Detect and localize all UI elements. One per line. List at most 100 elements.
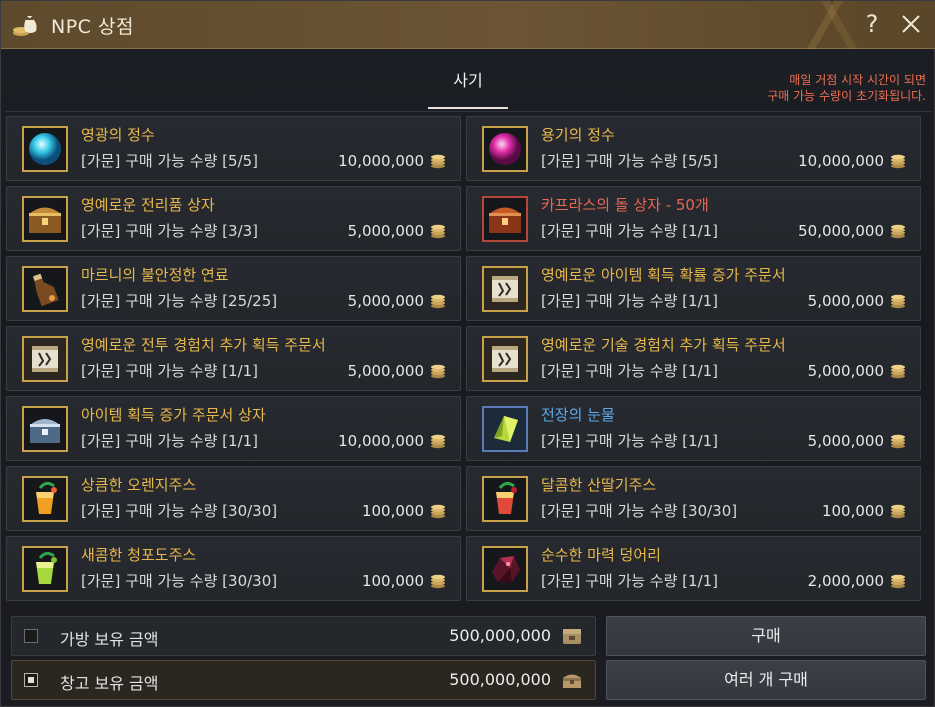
divider	[6, 111, 931, 112]
item-name: 달콤한 산딸기주스	[541, 476, 657, 494]
shop-item[interactable]: 새콤한 청포도주스 [가문] 구매 가능 수량 [30/30] 100,000	[6, 536, 461, 601]
item-price: 5,000,000	[347, 222, 424, 240]
reset-notice-line2: 구매 가능 수량이 초기화됩니다.	[767, 89, 926, 103]
berry-juice-icon	[482, 476, 528, 522]
item-purchase-limit: [가문] 구매 가능 수량 [1/1]	[541, 432, 719, 450]
silver-coin-icon	[430, 433, 446, 449]
silver-coin-icon	[430, 293, 446, 309]
orange-juice-icon	[22, 476, 68, 522]
shop-item[interactable]: 영예로운 전투 경험치 추가 획득 주문서 [가문] 구매 가능 수량 [1/1]…	[6, 326, 461, 391]
storage-chest-icon	[563, 674, 581, 688]
silver-coin-icon	[430, 503, 446, 519]
help-button[interactable]: ?	[859, 10, 885, 38]
silver-coin-icon	[430, 223, 446, 239]
item-purchase-limit: [가문] 구매 가능 수량 [1/1]	[81, 362, 259, 380]
silver-coin-icon	[890, 223, 906, 239]
item-price: 5,000,000	[807, 362, 884, 380]
storage-balance-checkbox[interactable]	[24, 673, 38, 687]
shop-item[interactable]: 카프라스의 돌 상자 - 50개 [가문] 구매 가능 수량 [1/1] 50,00…	[466, 186, 921, 251]
item-name: 아이템 획득 증가 주문서 상자	[81, 406, 266, 424]
item-name: 마르니의 불안정한 연료	[81, 266, 229, 284]
item-name: 상큼한 오렌지주스	[81, 476, 197, 494]
item-price: 10,000,000	[798, 152, 884, 170]
silver-coin-icon	[430, 363, 446, 379]
item-price: 50,000,000	[798, 222, 884, 240]
item-purchase-limit: [가문] 구매 가능 수량 [25/25]	[81, 292, 278, 310]
reset-notice: 매일 거점 시작 시간이 되면 구매 가능 수량이 초기화됩니다.	[767, 72, 926, 104]
shop-item[interactable]: 상큼한 오렌지주스 [가문] 구매 가능 수량 [30/30] 100,000	[6, 466, 461, 531]
bag-balance-amount: 500,000,000	[449, 626, 551, 645]
silver-coin-icon	[430, 573, 446, 589]
storage-balance-amount: 500,000,000	[449, 670, 551, 689]
storage-balance-label: 창고 보유 금액	[60, 674, 159, 693]
item-purchase-limit: [가문] 구매 가능 수량 [1/1]	[81, 432, 259, 450]
shop-item[interactable]: 마르니의 불안정한 연료 [가문] 구매 가능 수량 [25/25] 5,000,0…	[6, 256, 461, 321]
item-purchase-limit: [가문] 구매 가능 수량 [5/5]	[81, 152, 259, 170]
silver-coin-icon	[890, 433, 906, 449]
window-title: NPC 상점	[51, 16, 134, 38]
blue-chest-icon	[22, 406, 68, 452]
scroll-icon	[482, 336, 528, 382]
item-name: 영예로운 전리품 상자	[81, 196, 215, 214]
cyan-orb-icon	[22, 126, 68, 172]
shop-item[interactable]: 영예로운 전리품 상자 [가문] 구매 가능 수량 [3/3] 5,000,000	[6, 186, 461, 251]
buy-multiple-button[interactable]: 여러 개 구매	[606, 660, 926, 700]
tab-active-indicator	[428, 107, 508, 109]
item-price: 5,000,000	[807, 292, 884, 310]
green-crystal-icon	[482, 406, 528, 452]
tab-area: 사기 매일 거점 시작 시간이 되면 구매 가능 수량이 초기화됩니다.	[1, 49, 935, 113]
item-price: 5,000,000	[347, 292, 424, 310]
bag-balance-label: 가방 보유 금액	[60, 630, 159, 649]
item-purchase-limit: [가문] 구매 가능 수량 [1/1]	[541, 362, 719, 380]
item-price: 5,000,000	[807, 432, 884, 450]
mana-ore-icon	[482, 546, 528, 592]
bag-balance-checkbox[interactable]	[24, 629, 38, 643]
item-name: 영예로운 기술 경험치 추가 획득 주문서	[541, 336, 786, 354]
silver-coin-icon	[890, 573, 906, 589]
item-purchase-limit: [가문] 구매 가능 수량 [1/1]	[541, 222, 719, 240]
scroll-icon	[482, 266, 528, 312]
silver-coin-icon	[890, 153, 906, 169]
shop-item[interactable]: 영광의 정수 [가문] 구매 가능 수량 [5/5] 10,000,000	[6, 116, 461, 181]
item-purchase-limit: [가문] 구매 가능 수량 [1/1]	[541, 572, 719, 590]
buy-button[interactable]: 구매	[606, 616, 926, 656]
item-price: 2,000,000	[807, 572, 884, 590]
shop-item[interactable]: 순수한 마력 덩어리 [가문] 구매 가능 수량 [1/1] 2,000,000	[466, 536, 921, 601]
item-purchase-limit: [가문] 구매 가능 수량 [30/30]	[81, 502, 278, 520]
item-purchase-limit: [가문] 구매 가능 수량 [30/30]	[81, 572, 278, 590]
close-icon[interactable]	[898, 10, 924, 38]
item-price: 5,000,000	[347, 362, 424, 380]
silver-coin-icon	[890, 293, 906, 309]
grape-juice-icon	[22, 546, 68, 592]
shop-item[interactable]: 영예로운 아이템 획득 확률 증가 주문서 [가문] 구매 가능 수량 [1/1]…	[466, 256, 921, 321]
tab-buy[interactable]: 사기	[428, 67, 508, 109]
item-purchase-limit: [가문] 구매 가능 수량 [5/5]	[541, 152, 719, 170]
shop-item[interactable]: 아이템 획득 증가 주문서 상자 [가문] 구매 가능 수량 [1/1] 10,00…	[6, 396, 461, 461]
shop-item[interactable]: 전장의 눈물 [가문] 구매 가능 수량 [1/1] 5,000,000	[466, 396, 921, 461]
item-name: 영광의 정수	[81, 126, 155, 144]
item-name: 새콤한 청포도주스	[81, 546, 197, 564]
item-purchase-limit: [가문] 구매 가능 수량 [1/1]	[541, 292, 719, 310]
fuel-flask-icon	[22, 266, 68, 312]
shop-item[interactable]: 용기의 정수 [가문] 구매 가능 수량 [5/5] 10,000,000	[466, 116, 921, 181]
shop-item[interactable]: 달콤한 산딸기주스 [가문] 구매 가능 수량 [30/30] 100,000	[466, 466, 921, 531]
item-purchase-limit: [가문] 구매 가능 수량 [30/30]	[541, 502, 738, 520]
gold-chest-icon	[22, 196, 68, 242]
title-bar[interactable]: NPC 상점 ?	[1, 1, 935, 49]
storage-balance-row[interactable]: 창고 보유 금액 500,000,000	[11, 660, 596, 700]
item-price: 100,000	[361, 572, 424, 590]
title-bar-decoration	[676, 1, 935, 49]
item-name: 순수한 마력 덩어리	[541, 546, 661, 564]
item-name: 영예로운 아이템 획득 확률 증가 주문서	[541, 266, 786, 284]
red-chest-icon	[482, 196, 528, 242]
shop-item[interactable]: 영예로운 기술 경험치 추가 획득 주문서 [가문] 구매 가능 수량 [1/1]…	[466, 326, 921, 391]
bag-icon	[563, 629, 581, 644]
item-price: 100,000	[361, 502, 424, 520]
silver-coin-icon	[430, 153, 446, 169]
silver-coin-icon	[890, 503, 906, 519]
bag-balance-row[interactable]: 가방 보유 금액 500,000,000	[11, 616, 596, 656]
item-name: 용기의 정수	[541, 126, 615, 144]
npc-shop-window: NPC 상점 ? 사기 매일 거점 시작 시간이 되면 구매 가능 수량이 초기…	[0, 0, 935, 707]
scroll-icon	[22, 336, 68, 382]
silver-coin-icon	[890, 363, 906, 379]
